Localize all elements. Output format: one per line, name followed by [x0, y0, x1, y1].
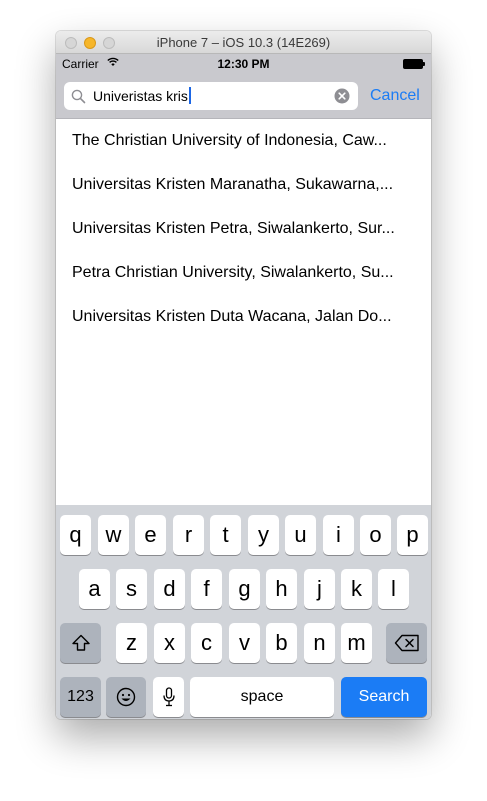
text-caret: [188, 87, 191, 104]
key-j[interactable]: j: [304, 569, 335, 609]
key-f[interactable]: f: [191, 569, 222, 609]
battery-icon: [403, 59, 425, 69]
key-y[interactable]: y: [248, 515, 279, 555]
key-w[interactable]: w: [98, 515, 129, 555]
key-q[interactable]: q: [60, 515, 91, 555]
search-input-text: Univeristas kris: [93, 88, 188, 104]
clear-text-icon[interactable]: [334, 88, 350, 104]
key-g[interactable]: g: [229, 569, 260, 609]
key-s[interactable]: s: [116, 569, 147, 609]
window-title: iPhone 7 – iOS 10.3 (14E269): [156, 35, 331, 50]
delete-icon: [394, 634, 419, 652]
emoji-key[interactable]: [106, 677, 146, 717]
key-x[interactable]: x: [154, 623, 185, 663]
search-icon: [71, 89, 86, 104]
key-i[interactable]: i: [323, 515, 354, 555]
key-a[interactable]: a: [79, 569, 110, 609]
key-k[interactable]: k: [341, 569, 372, 609]
result-row[interactable]: Universitas Kristen Petra, Siwalankerto,…: [56, 207, 431, 251]
numbers-key[interactable]: 123: [60, 677, 101, 717]
emoji-icon: [116, 687, 136, 707]
search-input[interactable]: Univeristas kris: [93, 87, 191, 104]
cancel-button[interactable]: Cancel: [370, 87, 420, 105]
key-b[interactable]: b: [266, 623, 297, 663]
search-bar: Univeristas kris Cancel: [56, 74, 431, 119]
key-d[interactable]: d: [154, 569, 185, 609]
key-v[interactable]: v: [229, 623, 260, 663]
window-titlebar: iPhone 7 – iOS 10.3 (14E269): [56, 31, 431, 54]
result-row[interactable]: Universitas Kristen Maranatha, Sukawarna…: [56, 163, 431, 207]
key-p[interactable]: p: [397, 515, 428, 555]
key-e[interactable]: e: [135, 515, 166, 555]
key-n[interactable]: n: [304, 623, 335, 663]
search-results-list: The Christian University of Indonesia, C…: [56, 119, 431, 339]
key-z[interactable]: z: [116, 623, 147, 663]
shift-key[interactable]: [60, 623, 101, 663]
microphone-icon: [162, 687, 175, 707]
key-l[interactable]: l: [378, 569, 409, 609]
keyboard: q w e r t y u i o p a s d f g h j k l z …: [56, 505, 431, 719]
space-key[interactable]: space: [190, 677, 334, 717]
key-u[interactable]: u: [285, 515, 316, 555]
status-bar: Carrier 12:30 PM: [56, 54, 431, 74]
shift-icon: [71, 634, 90, 651]
dictation-key[interactable]: [153, 677, 184, 717]
search-field[interactable]: Univeristas kris: [64, 82, 358, 110]
simulator-window: iPhone 7 – iOS 10.3 (14E269) Carrier 12:…: [56, 31, 431, 719]
key-c[interactable]: c: [191, 623, 222, 663]
result-row[interactable]: Petra Christian University, Siwalankerto…: [56, 251, 431, 295]
search-key[interactable]: Search: [341, 677, 427, 717]
key-r[interactable]: r: [173, 515, 204, 555]
key-m[interactable]: m: [341, 623, 372, 663]
delete-key[interactable]: [386, 623, 427, 663]
key-o[interactable]: o: [360, 515, 391, 555]
key-h[interactable]: h: [266, 569, 297, 609]
result-row[interactable]: The Christian University of Indonesia, C…: [56, 119, 431, 163]
status-time: 12:30 PM: [217, 57, 270, 71]
result-row[interactable]: Universitas Kristen Duta Wacana, Jalan D…: [56, 295, 431, 339]
key-t[interactable]: t: [210, 515, 241, 555]
